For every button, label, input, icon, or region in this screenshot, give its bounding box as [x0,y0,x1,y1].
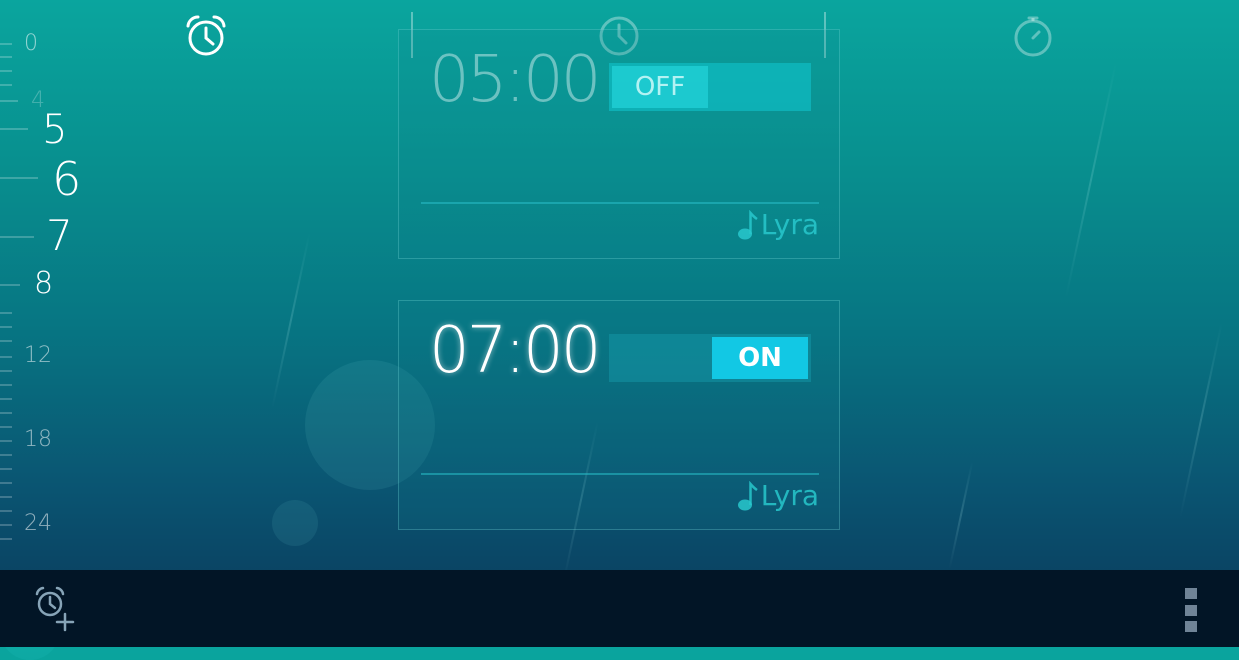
ruler-tick [0,426,12,428]
ringtone[interactable]: Lyra [737,479,819,512]
ruler-label: 6 [52,152,82,206]
stopwatch-icon [1014,16,1052,57]
ruler-tick [0,496,12,498]
alarm-time[interactable]: 07:00 [429,319,601,383]
ringtone[interactable]: Lyra [737,208,819,241]
ruler-tick [0,340,12,342]
ruler-tick [0,128,28,130]
hour-ruler[interactable]: 0 4 5 6 7 8 12 18 24 [0,0,100,570]
ruler-label: 7 [46,211,73,260]
music-note-icon [737,209,758,239]
alarm-time[interactable]: 05:00 [429,48,601,112]
ruler-tick [0,454,12,456]
ruler-label: 24 [24,511,52,536]
card-divider [421,202,819,204]
ruler-tick [0,326,12,328]
ringtone-name: Lyra [760,208,819,241]
alarm-clock-icon [186,15,226,56]
alarm-toggle[interactable]: ON [609,334,811,382]
ruler-tick [0,84,12,86]
light-streak [271,231,311,409]
ruler-label: 18 [24,427,52,452]
ruler-tick [0,468,12,470]
ruler-label: 8 [34,266,54,301]
ruler-tick [0,100,18,102]
ruler-tick [0,284,20,286]
light-streak [1065,62,1117,298]
overflow-menu-icon [1185,604,1197,616]
light-streak [1179,321,1223,519]
ruler-tick [0,398,12,400]
add-alarm-button[interactable] [30,584,80,634]
ruler-tick [0,482,12,484]
ruler-tick [0,56,12,58]
tab-stopwatch[interactable] [1009,12,1057,60]
ruler-tick [0,43,12,45]
ruler-tick [0,177,38,179]
ruler-label: 5 [42,107,68,153]
ruler-tick [0,384,12,386]
ruler-tick [0,524,12,526]
ruler-tick [0,370,12,372]
ruler-label: 0 [24,31,38,56]
toggle-label: OFF [612,66,708,108]
ruler-label: 12 [24,343,52,368]
alarm-toggle[interactable]: OFF [609,63,811,111]
bokeh-circle [272,500,318,546]
tab-alarm[interactable] [182,12,230,60]
ruler-tick [0,356,12,358]
ruler-tick [0,312,12,314]
overflow-menu-button[interactable] [1185,588,1197,632]
card-divider [421,473,819,475]
music-note-icon [737,480,758,510]
ruler-tick [0,440,12,442]
ruler-tick [0,510,12,512]
ruler-tick [0,236,34,238]
alarm-card[interactable]: 07:00 ON Lyra [398,300,840,530]
light-streak [948,460,974,570]
ruler-tick [0,412,12,414]
ruler-tick [0,538,12,540]
overflow-menu-icon [1185,621,1197,632]
add-alarm-icon [35,586,75,632]
toggle-label: ON [712,337,808,379]
bottom-action-bar [0,570,1239,647]
ringtone-name: Lyra [760,479,819,512]
alarm-card[interactable]: 05:00 OFF Lyra [398,29,840,259]
ruler-tick [0,70,12,72]
overflow-menu-icon [1185,588,1197,599]
